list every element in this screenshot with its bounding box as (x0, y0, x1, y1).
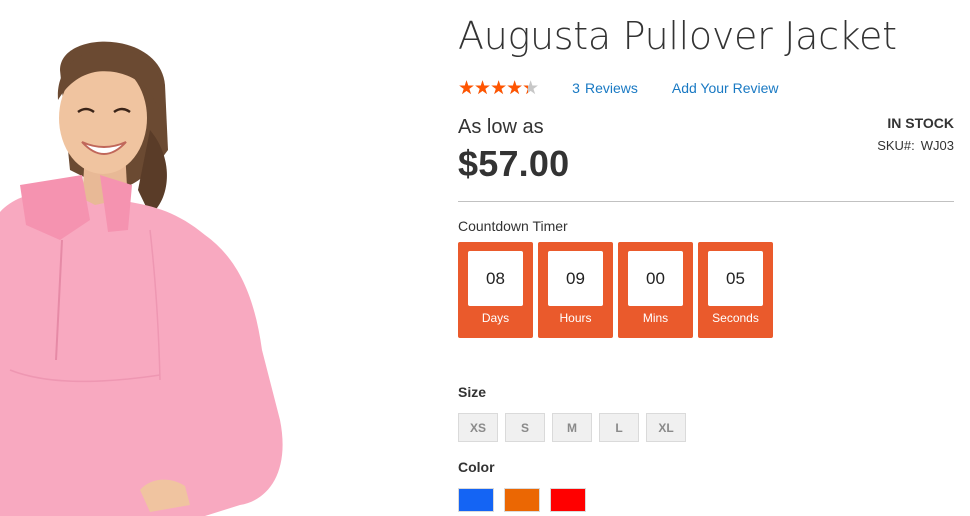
countdown-days-label: Days (481, 311, 510, 325)
divider (458, 201, 954, 202)
product-image[interactable] (0, 0, 300, 516)
price-prefix: As low as (458, 116, 544, 138)
size-option-xl[interactable]: XL (646, 413, 686, 442)
color-label: Color (458, 459, 495, 475)
size-option-m[interactable]: M (552, 413, 592, 442)
countdown-hours-value: 09 (548, 251, 603, 306)
product-title: Augusta Pullover Jacket (458, 14, 897, 58)
countdown-label: Countdown Timer (458, 218, 568, 234)
product-sku: SKU#: WJ03 (877, 138, 954, 153)
add-review-link[interactable]: Add Your Review (672, 80, 779, 96)
countdown-mins-label: Mins (642, 311, 669, 325)
countdown-days-value: 08 (468, 251, 523, 306)
countdown-hours-label: Hours (559, 311, 592, 325)
color-swatch-blue[interactable] (458, 488, 494, 512)
rating-stars-filled: ★★★★★ (458, 78, 528, 98)
countdown-mins: 00 Mins (618, 242, 693, 338)
reviews-count: 3 (572, 80, 580, 96)
countdown-seconds-label: Seconds (712, 311, 759, 325)
stock-status: In stock (887, 115, 954, 131)
size-options: XS S M L XL (458, 413, 686, 442)
countdown-seconds: 05 Seconds (698, 242, 773, 338)
product-price: $57.00 (458, 143, 570, 184)
countdown-days: 08 Days (458, 242, 533, 338)
countdown-hours: 09 Hours (538, 242, 613, 338)
sku-value: WJ03 (920, 138, 954, 153)
reviews-label: Reviews (584, 80, 638, 96)
color-swatch-red[interactable] (550, 488, 586, 512)
color-options (458, 488, 586, 512)
size-label: Size (458, 384, 487, 400)
reviews-link[interactable]: 3 Reviews (572, 80, 638, 96)
countdown-seconds-value: 05 (708, 251, 763, 306)
sku-label: SKU#: (877, 138, 915, 153)
rating-summary: ★★★★★ ★★★★★ 3Reviews Add Your Review (458, 78, 779, 98)
rating-stars: ★★★★★ ★★★★★ (458, 78, 539, 98)
countdown-mins-value: 00 (628, 251, 683, 306)
size-option-xs[interactable]: XS (458, 413, 498, 442)
countdown-timer: 08 Days 09 Hours 00 Mins 05 Seconds (458, 242, 773, 338)
color-swatch-orange[interactable] (504, 488, 540, 512)
size-option-l[interactable]: L (599, 413, 639, 442)
size-option-s[interactable]: S (505, 413, 545, 442)
